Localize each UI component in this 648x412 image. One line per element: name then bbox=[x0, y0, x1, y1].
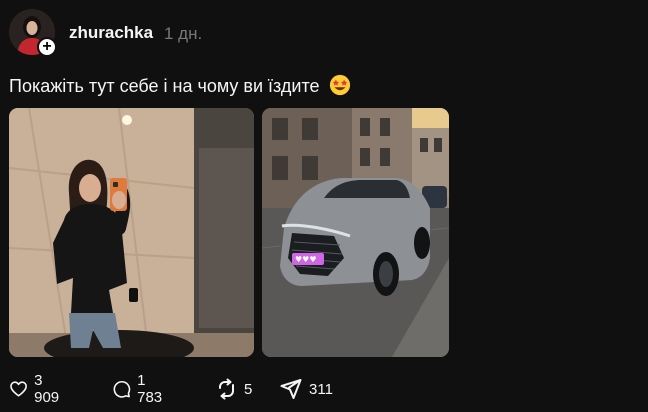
like-button[interactable]: 3 909 bbox=[9, 372, 64, 406]
svg-text:♥♥♥: ♥♥♥ bbox=[295, 255, 317, 264]
repost-count: 5 bbox=[244, 380, 253, 398]
post-time: 1 дн. bbox=[164, 24, 203, 43]
username[interactable]: zhurachka bbox=[69, 23, 153, 43]
car-photo: ♥♥♥ bbox=[262, 108, 449, 357]
post-image-car[interactable]: ♥♥♥ bbox=[262, 108, 449, 357]
heart-icon bbox=[10, 381, 27, 397]
follow-plus-icon[interactable]: + bbox=[37, 37, 57, 57]
selfie-photo bbox=[9, 108, 254, 357]
post-image-selfie[interactable] bbox=[9, 108, 254, 357]
comment-icon bbox=[113, 381, 131, 398]
star-struck-emoji-icon bbox=[329, 74, 350, 96]
like-count: 3 909 bbox=[34, 372, 60, 406]
share-button[interactable]: 311 bbox=[279, 376, 333, 402]
post-caption: Покажіть тут себе і на чому ви їздите bbox=[9, 74, 351, 97]
comment-count: 1 783 bbox=[137, 372, 163, 406]
repost-icon bbox=[219, 378, 234, 400]
share-count: 311 bbox=[309, 380, 333, 398]
repost-button[interactable]: 5 bbox=[214, 376, 252, 402]
comment-button[interactable]: 1 783 bbox=[112, 372, 167, 406]
caption-text: Покажіть тут себе і на чому ви їздите bbox=[9, 76, 320, 96]
thread-post: + zhurachka 1 дн. Покажіть тут себе і на… bbox=[0, 0, 648, 412]
send-icon bbox=[280, 379, 302, 399]
